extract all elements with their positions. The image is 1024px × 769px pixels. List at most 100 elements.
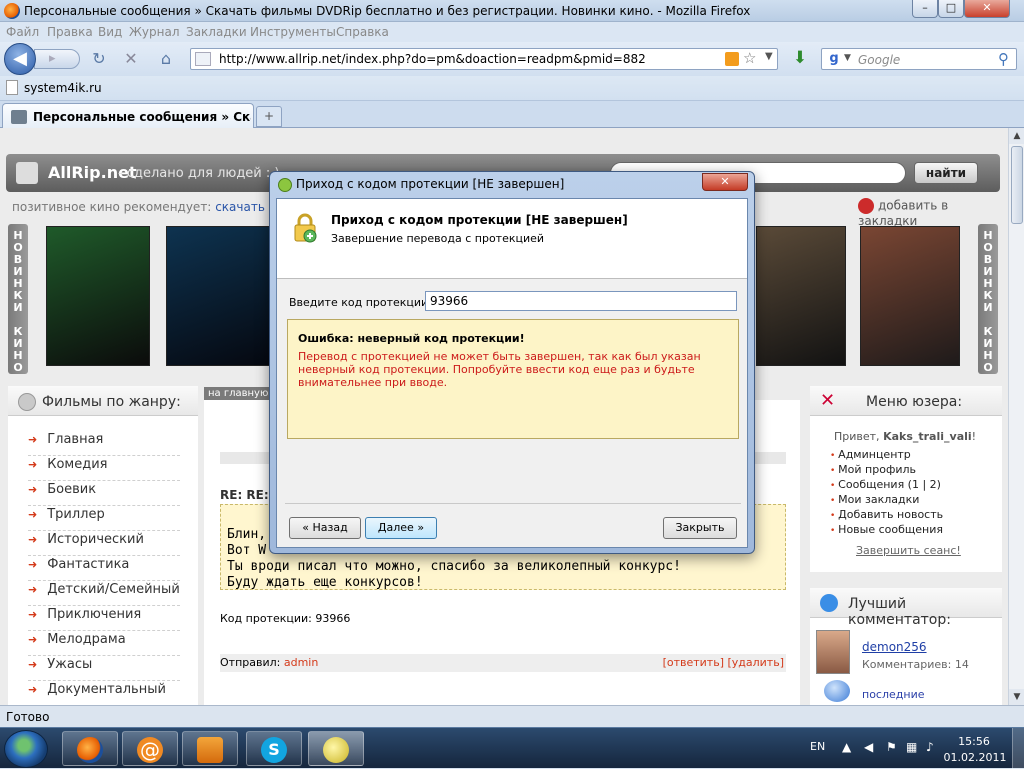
forward-button[interactable]: ▸ xyxy=(34,49,80,69)
vertical-scrollbar[interactable]: ▲ ▼ xyxy=(1008,128,1024,705)
site-identity-icon[interactable] xyxy=(195,52,211,66)
genre-item[interactable]: ➜ Документальный xyxy=(28,682,180,705)
taskbar-webmoney[interactable] xyxy=(308,731,364,766)
tab-personal-messages[interactable]: Персональные сообщения » Скача... xyxy=(2,103,254,129)
scroll-up-icon[interactable]: ▲ xyxy=(1009,128,1024,144)
menu-help[interactable]: Справка xyxy=(336,25,389,39)
bookmark-star-icon[interactable]: ☆ xyxy=(743,49,756,67)
minimize-button[interactable]: – xyxy=(912,0,938,18)
maximize-button[interactable]: □ xyxy=(938,0,964,18)
rss-feed-icon[interactable] xyxy=(725,52,739,66)
genre-label: Ужасы xyxy=(47,657,93,672)
downloads-icon[interactable]: ⬇ xyxy=(790,48,810,68)
back-button[interactable]: « Назад xyxy=(289,517,361,539)
new-movies-strip-right[interactable]: Н О В И Н К И К И Н О xyxy=(978,224,998,374)
clock-time[interactable]: 15:56 xyxy=(954,735,994,748)
user-menu-item[interactable]: Сообщения (1 | 2) xyxy=(830,478,941,491)
error-message: Перевод с протекцией не может быть завер… xyxy=(298,350,701,389)
logout-link[interactable]: Завершить сеанс! xyxy=(856,544,961,557)
search-magnifier-icon[interactable]: ⚲ xyxy=(998,50,1009,68)
genre-item[interactable]: ➜ Главная xyxy=(28,432,180,456)
user-menu-item[interactable]: Мой профиль xyxy=(830,463,916,476)
menu-bookmarks[interactable]: Закладки xyxy=(186,25,247,39)
next-button[interactable]: Далее » xyxy=(365,517,437,539)
tray-arrow-icon[interactable]: ▲ xyxy=(842,740,854,754)
user-menu-item[interactable]: Новые сообщения xyxy=(830,523,943,536)
genre-item[interactable]: ➜ Приключения xyxy=(28,607,180,631)
genre-item[interactable]: ➜ Триллер xyxy=(28,507,180,531)
menu-history[interactable]: Журнал xyxy=(129,25,180,39)
genre-item[interactable]: ➜ Детский/Семейный xyxy=(28,582,180,606)
user-menu-title: Меню юзера: xyxy=(866,394,963,410)
system-tray: EN ▲ ◀ ⚑ ▦ ♪ 15:56 01.02.2011 xyxy=(802,728,1024,769)
last-comments-link[interactable]: последние комментарии xyxy=(862,688,1002,705)
dialog-close-icon[interactable]: ✕ xyxy=(702,173,748,191)
close-button[interactable]: Закрыть xyxy=(663,517,737,539)
new-tab-button[interactable]: + xyxy=(256,106,282,127)
google-engine-icon[interactable]: g xyxy=(826,51,842,67)
back-button[interactable]: ◀ xyxy=(4,43,36,75)
show-desktop-button[interactable] xyxy=(1012,728,1024,769)
taskbar-mail[interactable]: @ xyxy=(122,731,178,766)
delete-link[interactable]: [удалить] xyxy=(727,656,784,669)
flag-icon[interactable]: ⚑ xyxy=(886,740,898,754)
close-window-button[interactable]: ✕ xyxy=(964,0,1010,18)
start-button[interactable] xyxy=(4,730,48,768)
stop-icon[interactable]: ✕ xyxy=(122,50,140,68)
url-text[interactable]: http://www.allrip.net/index.php?do=pm&do… xyxy=(219,52,646,66)
menu-view[interactable]: Вид xyxy=(98,25,122,39)
genre-label: Боевик xyxy=(47,482,97,497)
genre-item[interactable]: ➜ Боевик xyxy=(28,482,180,506)
reply-link[interactable]: [ответить] xyxy=(663,656,724,669)
taskbar-firefox[interactable] xyxy=(62,731,118,766)
user-menu-item[interactable]: Мои закладки xyxy=(830,493,919,506)
menu-edit[interactable]: Правка xyxy=(47,25,93,39)
tools-icon: ✕ xyxy=(820,390,836,411)
arrow-icon: ➜ xyxy=(28,458,38,471)
language-indicator[interactable]: EN xyxy=(810,740,825,753)
genre-item[interactable]: ➜ Исторический xyxy=(28,532,180,556)
movie-poster[interactable] xyxy=(860,226,960,366)
at-mail-icon: @ xyxy=(137,737,163,763)
sender-link[interactable]: admin xyxy=(284,656,318,669)
movie-poster[interactable] xyxy=(756,226,846,366)
genre-item[interactable]: ➜ Мелодрама xyxy=(28,632,180,656)
movie-poster[interactable] xyxy=(166,226,270,366)
search-bar[interactable]: g ▼ Google ⚲ xyxy=(821,48,1017,70)
home-icon[interactable]: ⌂ xyxy=(157,50,175,68)
dialog-header: Приход с кодом протекции [НЕ завершен] З… xyxy=(277,199,747,279)
bookmark-system4ik[interactable]: system4ik.ru xyxy=(24,81,102,95)
genre-item[interactable]: ➜ Фантастика xyxy=(28,557,180,581)
genre-item[interactable]: ➜ Ужасы xyxy=(28,657,180,681)
new-movies-strip-left[interactable]: Н О В И Н К И К И Н О xyxy=(8,224,28,374)
menu-tools[interactable]: Инструменты xyxy=(250,25,336,39)
genre-item[interactable]: ➜ Комедия xyxy=(28,457,180,481)
film-reel-icon xyxy=(18,393,36,411)
url-dropdown-icon[interactable]: ▼ xyxy=(765,51,773,62)
protection-code-input[interactable]: 93966 xyxy=(425,291,737,311)
user-menu-item[interactable]: Админцентр xyxy=(830,448,911,461)
volume-icon[interactable]: ♪ xyxy=(926,740,938,754)
search-placeholder[interactable]: Google xyxy=(858,53,900,67)
tab-label: Персональные сообщения » Скача... xyxy=(33,110,251,124)
network-icon[interactable]: ▦ xyxy=(906,740,918,754)
menu-file[interactable]: Файл xyxy=(6,25,39,39)
reload-icon[interactable]: ↻ xyxy=(90,50,108,68)
engine-dropdown-icon[interactable]: ▼ xyxy=(844,53,851,63)
clock-date[interactable]: 01.02.2011 xyxy=(942,751,1008,764)
scroll-thumb[interactable] xyxy=(1011,146,1023,224)
speaker-icon[interactable]: ◀ xyxy=(864,740,876,754)
dialog-body: Приход с кодом протекции [НЕ завершен] З… xyxy=(276,198,748,548)
find-button[interactable]: найти xyxy=(914,162,978,184)
taskbar-media[interactable] xyxy=(182,731,238,766)
commenter-name-link[interactable]: demon256 xyxy=(862,640,927,654)
avatar[interactable] xyxy=(816,630,850,674)
breadcrumb-home[interactable]: на главную xyxy=(204,387,270,401)
arrow-icon: ➜ xyxy=(28,633,38,646)
scroll-down-icon[interactable]: ▼ xyxy=(1009,689,1024,705)
bookmark-add-icon xyxy=(858,198,874,214)
movie-poster[interactable] xyxy=(46,226,150,366)
user-menu-item[interactable]: Добавить новость xyxy=(830,508,943,521)
url-bar[interactable]: http://www.allrip.net/index.php?do=pm&do… xyxy=(190,48,778,70)
taskbar-skype[interactable]: S xyxy=(246,731,302,766)
